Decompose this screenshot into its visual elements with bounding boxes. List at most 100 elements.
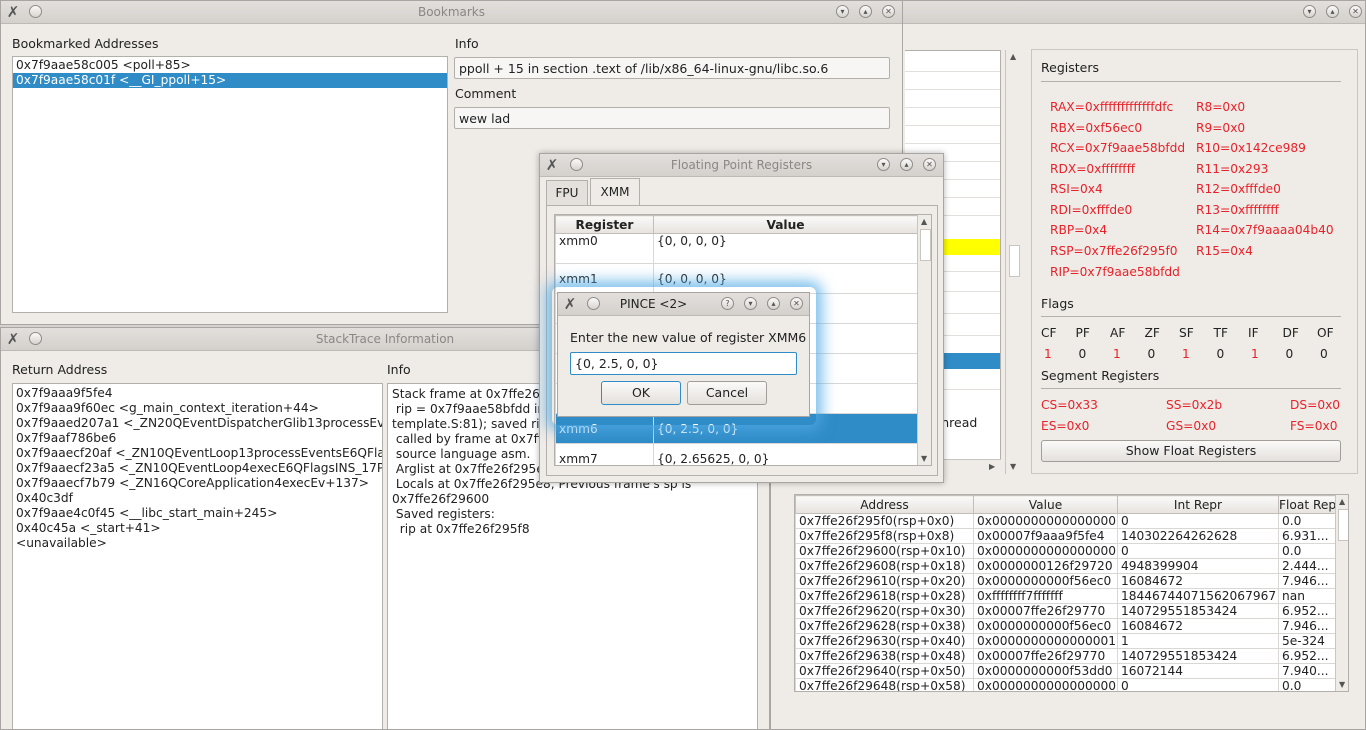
info-line: 0x7ffe26f29600 <box>392 492 490 506</box>
register-value[interactable]: RCX=0x7f9aae58bfdd <box>1050 141 1185 155</box>
segment-register[interactable]: GS=0x0 <box>1166 419 1216 433</box>
register-value[interactable]: RSI=0x4 <box>1050 182 1103 196</box>
register-value[interactable]: R8=0x0 <box>1196 100 1245 114</box>
xmm-scrollbar[interactable]: ▲ ▼ <box>917 215 931 465</box>
maximize-icon[interactable]: ▴ <box>859 5 872 18</box>
list-item[interactable]: 0x40c45a <_start+41> <box>13 521 382 536</box>
close-icon[interactable]: ✕ <box>882 5 895 18</box>
list-item[interactable]: 0x7f9aae58c01f <__GI_ppoll+15> <box>13 73 447 88</box>
segment-register[interactable]: ES=0x0 <box>1041 419 1089 433</box>
register-value[interactable]: RBX=0xf56ec0 <box>1050 121 1142 135</box>
list-item[interactable]: 0x7f9aaf786be6 <box>13 431 382 446</box>
register-value[interactable]: RBP=0x4 <box>1050 223 1107 237</box>
bookmarks-list[interactable]: 0x7f9aae58c005 <poll+85> 0x7f9aae58c01f … <box>12 56 448 313</box>
minimize-icon[interactable]: ▾ <box>877 158 890 171</box>
register-value[interactable]: RDX=0xffffffff <box>1050 162 1135 176</box>
flag-value[interactable]: 0 <box>1217 347 1225 361</box>
maximize-icon[interactable]: ▴ <box>1326 5 1339 18</box>
return-address-list[interactable]: 0x7f9aaa9f5fe4 0x7f9aaa9f60ec <g_main_con… <box>12 383 383 729</box>
list-item[interactable]: 0x7f9aaecf20af <_ZN10QEventLoop13process… <box>13 446 382 461</box>
column-header[interactable]: Register <box>555 215 654 234</box>
table-cell: 0x0000000000000000 <box>973 678 1118 691</box>
table-row[interactable]: 0x7ffe26f295f8(rsp+0x8) 0x00007f9aaa9f5fe… <box>795 528 1336 544</box>
table-row[interactable]: 0x7ffe26f29620(rsp+0x30) 0x00007ffe26f297… <box>795 603 1336 619</box>
table-cell: 2.444... <box>1278 558 1336 574</box>
register-value[interactable]: R10=0x142ce989 <box>1196 141 1306 155</box>
table-row[interactable]: 0x7ffe26f29630(rsp+0x40) 0x00000000000000… <box>795 633 1336 649</box>
register-value[interactable]: R15=0x4 <box>1196 244 1253 258</box>
tab-fpu[interactable]: FPU <box>546 180 588 205</box>
table-row[interactable]: 0x7ffe26f29628(rsp+0x38) 0x0000000000f56e… <box>795 618 1336 634</box>
minimize-icon[interactable]: ▾ <box>836 5 849 18</box>
register-value-input[interactable] <box>570 352 797 375</box>
list-item[interactable]: 0x7f9aae58c005 <poll+85> <box>13 58 447 73</box>
list-item[interactable]: 0x7f9aaed207a1 <_ZN20QEventDispatcherGli… <box>13 416 382 431</box>
register-value[interactable]: R14=0x7f9aaaa04b40 <box>1196 223 1334 237</box>
show-float-registers-button[interactable]: Show Float Registers <box>1041 440 1341 462</box>
table-cell: 6.931... <box>1278 528 1336 544</box>
table-row[interactable]: 0x7ffe26f29608(rsp+0x18) 0x0000000126f297… <box>795 558 1336 574</box>
register-value[interactable]: R13=0xffffffff <box>1196 203 1279 217</box>
list-item[interactable]: <unavailable> <box>13 536 382 551</box>
list-item[interactable]: 0x7f9aaecf7b79 <_ZN16QCoreApplication4ex… <box>13 476 382 491</box>
column-header[interactable]: Value <box>973 495 1118 514</box>
flag-value[interactable]: 1 <box>1251 347 1259 361</box>
close-icon[interactable]: ✕ <box>923 158 936 171</box>
close-icon[interactable]: ✕ <box>790 297 803 310</box>
minimize-icon[interactable]: ▾ <box>744 297 757 310</box>
column-header[interactable]: Value <box>653 215 918 234</box>
flag-value[interactable]: 0 <box>1148 347 1156 361</box>
ok-button[interactable]: OK <box>601 381 681 405</box>
table-row[interactable]: 0x7ffe26f295f0(rsp+0x0) 0x000000000000000… <box>795 513 1336 529</box>
list-item[interactable]: 0x7f9aaa9f5fe4 <box>13 386 382 401</box>
table-row[interactable]: 0x7ffe26f29648(rsp+0x58) 0x00000000000000… <box>795 678 1336 691</box>
table-row[interactable]: 0x7ffe26f29610(rsp+0x20) 0x0000000000f56e… <box>795 573 1336 589</box>
info-field[interactable]: ppoll + 15 in section .text of /lib/x86_… <box>454 57 890 79</box>
register-value[interactable]: R9=0x0 <box>1196 121 1245 135</box>
flag-value[interactable]: 0 <box>1320 347 1328 361</box>
table-row[interactable]: xmm0 {0, 0, 0, 0} <box>555 233 918 264</box>
cancel-button[interactable]: Cancel <box>687 381 767 405</box>
segment-register[interactable]: CS=0x33 <box>1041 398 1098 412</box>
column-header[interactable]: Address <box>795 495 974 514</box>
maximize-icon[interactable]: ▴ <box>767 297 780 310</box>
segment-register[interactable]: SS=0x2b <box>1166 398 1222 412</box>
help-icon[interactable]: ? <box>721 297 734 310</box>
table-row[interactable]: 0x7ffe26f29600(rsp+0x10) 0x00000000000000… <box>795 543 1336 559</box>
list-item[interactable]: 0x7f9aaecf23a5 <_ZN10QEventLoop4execE6QF… <box>13 461 382 476</box>
table-row[interactable]: 0x7ffe26f29618(rsp+0x28) 0xffffffff7fffff… <box>795 588 1336 604</box>
flag-value[interactable]: 0 <box>1286 347 1294 361</box>
register-value[interactable]: RSP=0x7ffe26f295f0 <box>1050 244 1178 258</box>
fpu-titlebar: ✗ Floating Point Registers ▾ ▴ ✕ <box>540 154 943 177</box>
register-value[interactable]: R11=0x293 <box>1196 162 1268 176</box>
register-value[interactable]: R12=0xfffde0 <box>1196 182 1281 196</box>
segment-register[interactable]: DS=0x0 <box>1290 398 1340 412</box>
flag-value[interactable]: 1 <box>1182 347 1190 361</box>
table-cell: 4948399904 <box>1117 558 1279 574</box>
flag-name: SF <box>1179 326 1194 340</box>
list-item[interactable]: 0x40c3df <box>13 491 382 506</box>
disassembly-scrollbar[interactable]: ▲ ▼ <box>1005 50 1021 474</box>
column-header[interactable]: Float Rep <box>1278 495 1336 514</box>
flag-value[interactable]: 1 <box>1113 347 1121 361</box>
register-value[interactable]: RAX=0xfffffffffffffdfc <box>1050 100 1173 114</box>
list-item[interactable]: 0x7f9aae4c0f45 <__libc_start_main+245> <box>13 506 382 521</box>
register-rip[interactable]: RIP=0x7f9aae58bfdd <box>1050 265 1180 279</box>
table-cell: 16084672 <box>1117 573 1279 589</box>
flag-value[interactable]: 1 <box>1044 347 1052 361</box>
table-row[interactable]: 0x7ffe26f29640(rsp+0x50) 0x0000000000f53d… <box>795 663 1336 679</box>
close-icon[interactable]: ✕ <box>1349 5 1362 18</box>
table-row[interactable]: xmm7 {0, 2.65625, 0, 0} <box>555 443 918 465</box>
flag-value[interactable]: 0 <box>1079 347 1087 361</box>
minimize-icon[interactable]: ▾ <box>1303 5 1316 18</box>
register-value[interactable]: RDI=0xfffde0 <box>1050 203 1132 217</box>
column-header[interactable]: Int Repr <box>1117 495 1279 514</box>
maximize-icon[interactable]: ▴ <box>900 158 913 171</box>
table-cell: 16084672 <box>1117 618 1279 634</box>
stack-scrollbar[interactable]: ▲ ▼ <box>1335 495 1348 691</box>
table-row[interactable]: 0x7ffe26f29638(rsp+0x48) 0x00007ffe26f297… <box>795 648 1336 664</box>
list-item[interactable]: 0x7f9aaa9f60ec <g_main_context_iteration… <box>13 401 382 416</box>
segment-register[interactable]: FS=0x0 <box>1290 419 1337 433</box>
comment-field[interactable]: wew lad <box>454 107 890 129</box>
tab-xmm[interactable]: XMM <box>590 178 640 206</box>
